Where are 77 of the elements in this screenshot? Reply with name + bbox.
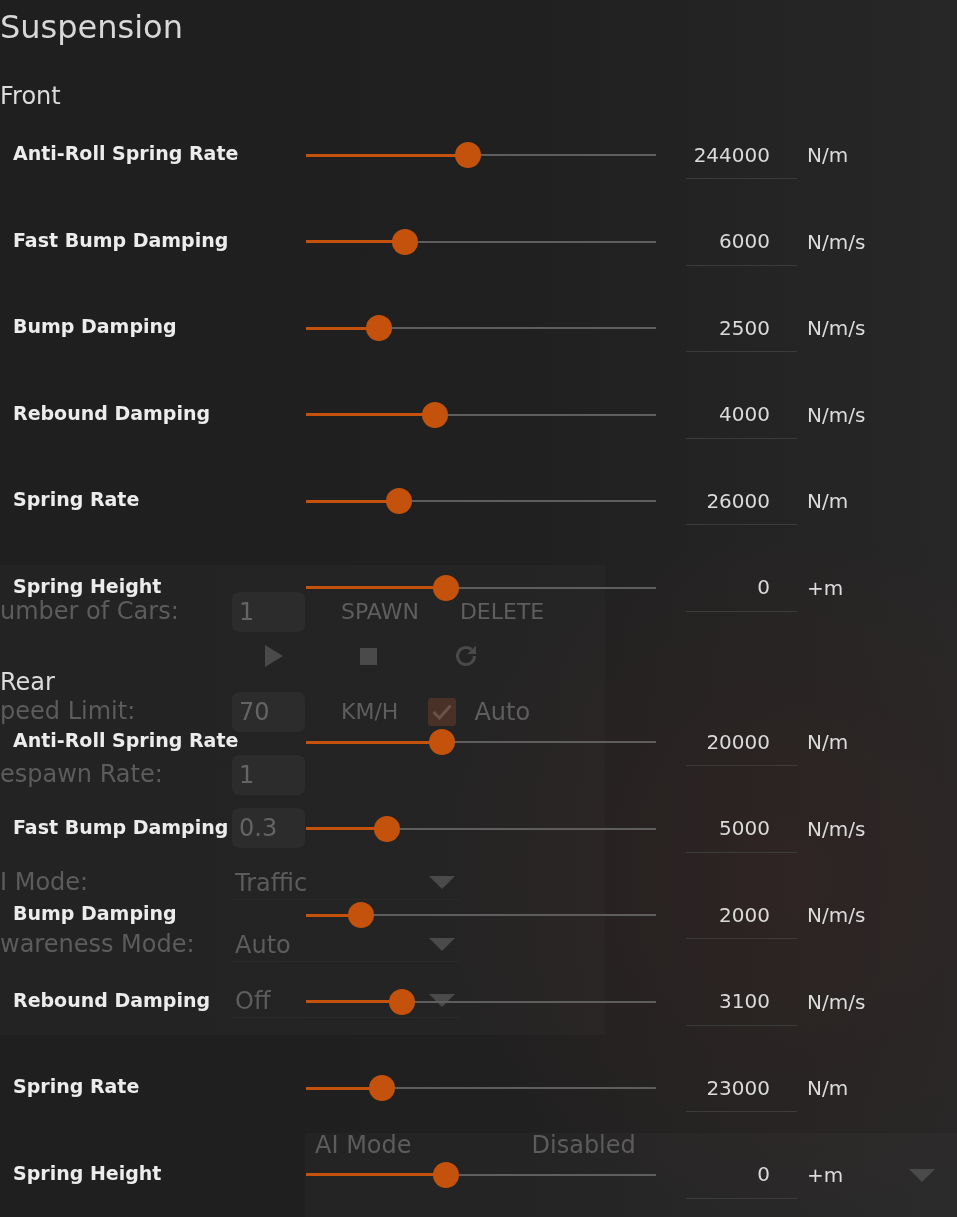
value-field[interactable]: 6000 bbox=[686, 217, 797, 266]
field-label: peed Limit: bbox=[0, 696, 136, 725]
value-field[interactable]: 244000 bbox=[686, 131, 797, 180]
field-label: I Mode: bbox=[0, 867, 89, 896]
slider-thumb[interactable] bbox=[366, 315, 393, 342]
unit-label: N/m bbox=[807, 1076, 849, 1101]
caret-icon bbox=[429, 938, 455, 951]
slider-thumb[interactable] bbox=[433, 1161, 459, 1188]
value-field[interactable]: 20000 bbox=[686, 718, 797, 767]
checkbox[interactable] bbox=[428, 698, 457, 726]
slider-thumb[interactable] bbox=[373, 815, 400, 842]
slider-thumb[interactable] bbox=[388, 988, 415, 1015]
setting-label: Spring Rate bbox=[13, 488, 140, 511]
setting-label: Bump Damping bbox=[13, 902, 177, 925]
play-icon[interactable] bbox=[265, 645, 283, 667]
field-label: AI Mode bbox=[315, 1133, 412, 1157]
checkbox-label: Auto bbox=[474, 700, 531, 724]
slider-thumb[interactable] bbox=[368, 1075, 395, 1102]
value-field[interactable]: 2500 bbox=[686, 304, 797, 353]
value-field[interactable]: 26000 bbox=[686, 477, 797, 526]
unit-label: N/m/s bbox=[807, 816, 866, 841]
check-icon bbox=[432, 704, 453, 720]
slider-track[interactable] bbox=[306, 488, 656, 515]
field-label: wareness Mode: bbox=[0, 929, 195, 958]
unit-label: N/m/s bbox=[807, 903, 866, 928]
setting-label: Spring Height bbox=[13, 1161, 162, 1184]
setting-label: Spring Rate bbox=[13, 1075, 140, 1098]
value-field[interactable]: 0 bbox=[686, 563, 797, 612]
setting-label: Fast Bump Damping bbox=[13, 228, 229, 251]
unit-label: N/m/s bbox=[807, 229, 866, 254]
slider-thumb[interactable] bbox=[422, 401, 449, 428]
slider-thumb[interactable] bbox=[347, 902, 374, 929]
setting-label: Rebound Damping bbox=[13, 401, 211, 424]
slider-thumb[interactable] bbox=[386, 488, 413, 515]
slider-thumb[interactable] bbox=[455, 142, 482, 169]
refresh-icon[interactable] bbox=[454, 644, 478, 668]
field-label: umber of Cars: bbox=[0, 596, 179, 625]
setting-label: Anti-Roll Spring Rate bbox=[13, 729, 239, 752]
slider-thumb[interactable] bbox=[433, 574, 459, 601]
value-field[interactable]: 3100 bbox=[686, 977, 797, 1026]
unit-label: N/m/s bbox=[807, 316, 866, 341]
slider-track[interactable] bbox=[306, 315, 656, 342]
slider-track[interactable] bbox=[306, 228, 656, 255]
field-label: espawn Rate: bbox=[0, 759, 163, 788]
value-field[interactable]: 4000 bbox=[686, 390, 797, 439]
slider-track[interactable] bbox=[306, 1161, 656, 1188]
section-heading: Front bbox=[0, 81, 62, 111]
slider-thumb[interactable] bbox=[392, 228, 419, 255]
setting-label: Anti-Roll Spring Rate bbox=[13, 142, 239, 165]
setting-label: Bump Damping bbox=[13, 315, 177, 338]
unit-label: N/m/s bbox=[807, 989, 866, 1014]
slider-thumb[interactable] bbox=[429, 729, 456, 756]
slider-track[interactable] bbox=[306, 988, 656, 1015]
slider-track[interactable] bbox=[306, 815, 656, 842]
slider-track[interactable] bbox=[306, 401, 656, 428]
value-field[interactable]: 0 bbox=[686, 1150, 797, 1199]
panel-title: Suspension bbox=[0, 7, 184, 47]
value-field[interactable]: 5000 bbox=[686, 804, 797, 853]
value-field[interactable]: 2000 bbox=[686, 891, 797, 940]
value-field[interactable]: 23000 bbox=[686, 1064, 797, 1113]
unit-label: KM/H bbox=[341, 701, 399, 723]
setting-label: Rebound Damping bbox=[13, 988, 211, 1011]
unit-label: N/m bbox=[807, 730, 849, 755]
section-heading: Rear bbox=[0, 667, 56, 697]
caret-icon bbox=[429, 876, 455, 889]
slider-track[interactable] bbox=[306, 1075, 656, 1102]
unit-label: N/m bbox=[807, 489, 849, 514]
unit-label: +m bbox=[807, 1162, 844, 1187]
unit-label: N/m/s bbox=[807, 402, 866, 427]
unit-label: N/m bbox=[807, 143, 849, 168]
setting-label: Spring Height bbox=[13, 574, 162, 597]
slider-track[interactable] bbox=[306, 902, 656, 929]
slider-track[interactable] bbox=[306, 729, 656, 756]
slider-track[interactable] bbox=[306, 142, 656, 169]
unit-label: +m bbox=[807, 575, 844, 600]
setting-label: Fast Bump Damping bbox=[13, 815, 229, 838]
slider-track[interactable] bbox=[306, 574, 656, 601]
